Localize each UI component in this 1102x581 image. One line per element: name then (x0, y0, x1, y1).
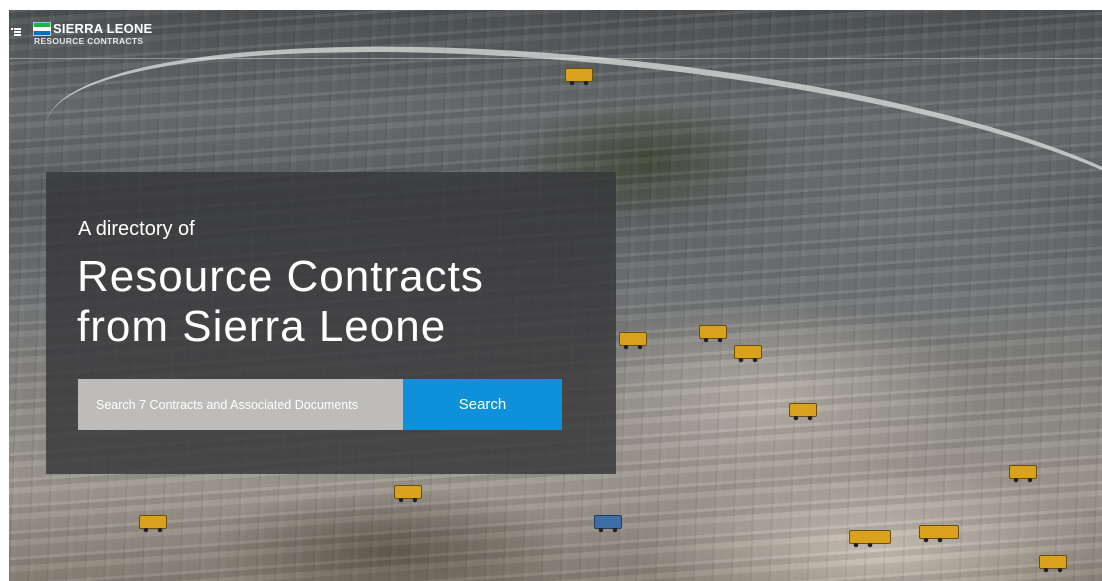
search-button[interactable]: Search (403, 379, 562, 430)
excavator (1039, 555, 1067, 573)
brand-subtitle: RESOURCE CONTRACTS (34, 36, 144, 46)
hero-headline: Resource Contracts from Sierra Leone (77, 252, 484, 352)
hero-intro-text: A directory of (78, 218, 195, 240)
excavator (789, 403, 817, 421)
headline-line-2: from Sierra Leone (77, 302, 447, 351)
sierra-leone-flag-icon (33, 22, 51, 36)
excavator (394, 485, 422, 503)
top-navigation-bar: SIERRA LEONE RESOURCE CONTRACTS (9, 10, 1102, 59)
haul-truck (699, 325, 727, 343)
haul-truck (919, 525, 959, 543)
search-input[interactable] (78, 379, 403, 430)
haul-truck (849, 530, 891, 548)
haul-truck (139, 515, 167, 533)
brand-title: SIERRA LEONE (53, 21, 153, 36)
headline-line-1: Resource Contracts (77, 252, 484, 301)
menu-icon[interactable] (11, 28, 21, 36)
haul-truck (594, 515, 622, 533)
excavator (1009, 465, 1037, 483)
haul-truck (619, 332, 647, 350)
hero-search-panel: A directory of Resource Contracts from S… (46, 172, 616, 474)
excavator (734, 345, 762, 363)
haul-truck (565, 68, 593, 86)
